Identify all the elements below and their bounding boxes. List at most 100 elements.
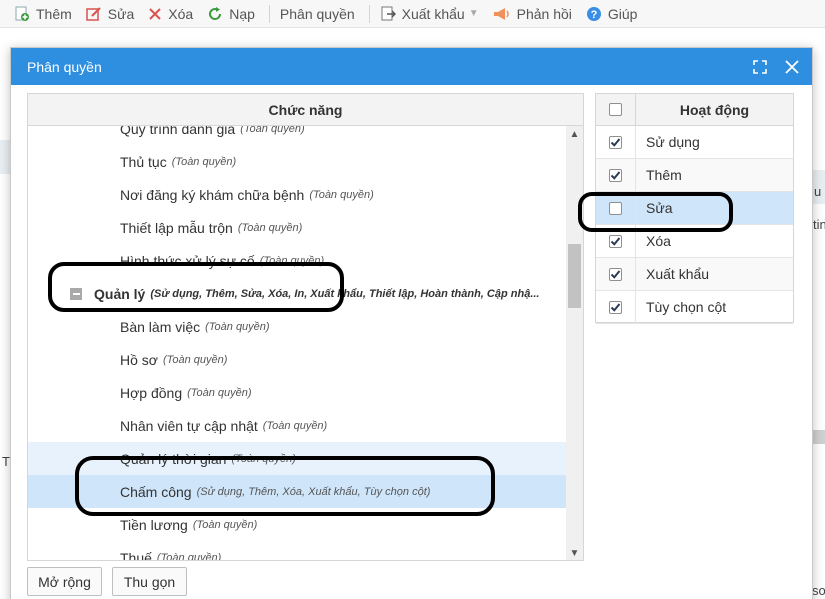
tree-permission-summary: (Toàn quyền) <box>259 254 325 267</box>
action-label: Thêm <box>646 167 682 183</box>
tree-permission-summary: (Toàn quyền) <box>262 419 328 432</box>
action-checkbox[interactable] <box>609 201 622 215</box>
tree-permission-summary: (Toàn quyền) <box>156 551 222 561</box>
action-row[interactable]: Thêm <box>596 158 793 192</box>
permission-dialog: Phân quyền Chức năng Quy trình đánh giá (… <box>10 47 813 599</box>
close-icon <box>785 59 799 74</box>
tree-permission-summary: (Toàn quyền) <box>231 452 296 465</box>
background-text: tin <box>813 217 825 232</box>
tree-label: Thiết lập mẫu trộn <box>120 219 233 236</box>
help-icon: ? <box>586 6 601 21</box>
expand-button[interactable]: Mở rộng <box>27 567 102 596</box>
action-checkbox[interactable] <box>609 168 622 182</box>
export-label: Xuất khẩu <box>401 5 465 22</box>
tree-row[interactable]: Bàn làm việc (Toàn quyền) <box>28 310 568 343</box>
tree-row[interactable]: Thủ tục (Toàn quyền) <box>28 145 568 178</box>
action-checkbox-cell <box>596 224 636 258</box>
maximize-button[interactable] <box>744 48 776 85</box>
add-button[interactable]: Thêm <box>14 0 72 28</box>
edit-label: Sửa <box>107 5 135 22</box>
export-icon <box>381 6 396 20</box>
action-header-label: Hoạt động <box>679 101 750 118</box>
action-label: Xóa <box>646 233 671 249</box>
tree-permission-summary: (Toàn quyền) <box>192 518 258 531</box>
checkmark-icon <box>610 137 621 147</box>
edit-icon <box>86 6 101 21</box>
function-tree[interactable]: Quy trình đánh giá (Toàn quyền) Thủ tục (To… <box>28 126 568 561</box>
tree-label: Quy trình đánh giá <box>120 126 236 137</box>
scroll-thumb[interactable] <box>568 244 581 308</box>
action-row[interactable]: Sửa <box>596 191 793 225</box>
collapse-button[interactable]: Thu gọn <box>112 567 187 596</box>
tree-label: Hồ sơ <box>120 351 158 368</box>
action-label: Sử dụng <box>646 134 700 150</box>
action-checkbox-cell <box>596 290 636 324</box>
action-checkbox[interactable] <box>609 135 622 149</box>
action-checkbox-cell <box>596 125 636 159</box>
action-row[interactable]: Xóa <box>596 224 793 258</box>
action-checkbox-cell <box>596 257 636 291</box>
help-button[interactable]: ? Giúp <box>586 0 638 28</box>
reload-label: Nạp <box>229 5 255 22</box>
tree-row[interactable]: Hợp đồng (Toàn quyền) <box>28 376 568 409</box>
tree-row[interactable]: Quy trình đánh giá (Toàn quyền) <box>28 126 568 145</box>
reload-icon <box>209 6 222 20</box>
edit-button[interactable]: Sửa <box>86 0 135 28</box>
tree-row[interactable]: Tiền lương (Toàn quyền) <box>28 508 568 541</box>
toolbar-divider <box>368 4 370 23</box>
tree-row[interactable]: Thuế (Toàn quyền) <box>28 541 568 561</box>
tree-row[interactable]: Chấm công (Sử dụng, Thêm, Xóa, Xuất khẩu,… <box>28 475 568 508</box>
tree-permission-summary: (Toàn quyền) <box>309 188 374 201</box>
action-row[interactable]: Tùy chọn cột <box>596 290 793 324</box>
action-row[interactable]: Xuất khẩu <box>596 257 793 291</box>
action-header: Hoạt động <box>596 93 793 126</box>
tree-label: Hình thức xử lý sự cố <box>120 252 255 269</box>
tree-permission-summary: (Toàn quyền) <box>237 221 303 234</box>
tree-row[interactable]: Nơi đăng ký khám chữa bệnh (Toàn quyền) <box>28 178 568 211</box>
chevron-down-icon: ▼ <box>468 8 479 19</box>
tree-permission-summary: (Toàn quyền) <box>171 155 237 168</box>
action-checkbox[interactable] <box>609 267 622 281</box>
tree-row[interactable]: Hồ sơ (Toàn quyền) <box>28 343 568 376</box>
action-row[interactable]: Sử dụng <box>596 125 793 159</box>
tree-label: Tiền lương <box>120 516 188 533</box>
function-panel: Chức năng Quy trình đánh giá (Toàn quyền)… <box>27 93 584 561</box>
function-header: Chức năng <box>28 94 583 126</box>
scroll-up-icon[interactable]: ▲ <box>566 126 583 143</box>
action-checkbox-cell <box>596 158 636 192</box>
select-all-cell <box>596 93 636 126</box>
delete-button[interactable]: Xóa <box>148 0 193 28</box>
scroll-down-icon[interactable]: ▼ <box>566 545 583 560</box>
tree-permission-summary: (Toàn quyền) <box>187 386 252 399</box>
tree-row[interactable]: Hình thức xử lý sự cố (Toàn quyền) <box>28 244 568 277</box>
close-button[interactable] <box>776 48 808 85</box>
background-text: u tr <box>814 184 825 199</box>
checkmark-icon <box>610 269 621 279</box>
tree-label: Thủ tục <box>120 153 167 170</box>
background-text: T <box>2 454 10 469</box>
action-checkbox[interactable] <box>609 234 622 248</box>
select-all-checkbox[interactable] <box>609 103 622 116</box>
action-label: Tùy chọn cột <box>646 299 727 315</box>
tree-row[interactable]: Nhân viên tự cập nhật (Toàn quyền) <box>28 409 568 442</box>
feedback-button[interactable]: Phản hồi <box>493 0 572 28</box>
tree-permission-summary: (Sử dụng, Thêm, Sửa, Xóa, In, Xuất khẩu,… <box>150 287 540 300</box>
action-checkbox[interactable] <box>609 300 622 314</box>
tree-label: Thuế <box>120 549 152 561</box>
checkmark-icon <box>610 236 621 246</box>
tree-permission-summary: (Toàn quyền) <box>240 126 305 135</box>
permission-label: Phân quyền <box>279 5 355 22</box>
collapse-icon[interactable] <box>70 287 82 300</box>
dialog-title: Phân quyền <box>27 58 102 75</box>
tree-scrollbar[interactable]: ▲ ▼ <box>566 126 583 560</box>
help-label: Giúp <box>607 5 638 22</box>
permission-button[interactable]: Phân quyền <box>280 0 355 28</box>
toolbar-divider <box>268 4 270 23</box>
tree-group-row[interactable]: Quản lý (Sử dụng, Thêm, Sửa, Xóa, In, Xuấ… <box>28 277 568 310</box>
export-button[interactable]: Xuất khẩu ▼ <box>380 0 479 28</box>
tree-row[interactable]: Quản lý thời gian (Toàn quyền) <box>28 442 568 475</box>
tree-label: Chấm công <box>120 483 192 500</box>
tree-row[interactable]: Thiết lập mẫu trộn (Toàn quyền) <box>28 211 568 244</box>
action-label: Sửa <box>646 200 673 216</box>
reload-button[interactable]: Nạp <box>207 0 255 28</box>
